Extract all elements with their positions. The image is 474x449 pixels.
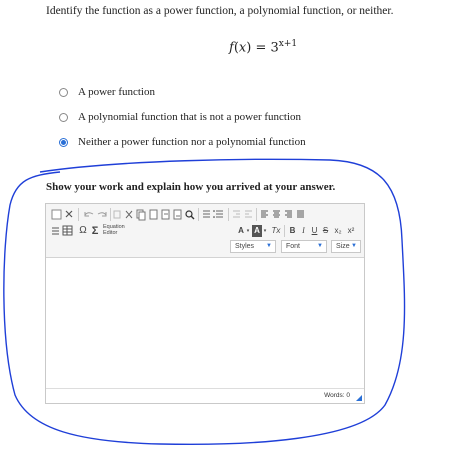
scribble-annotation: [3, 158, 406, 446]
